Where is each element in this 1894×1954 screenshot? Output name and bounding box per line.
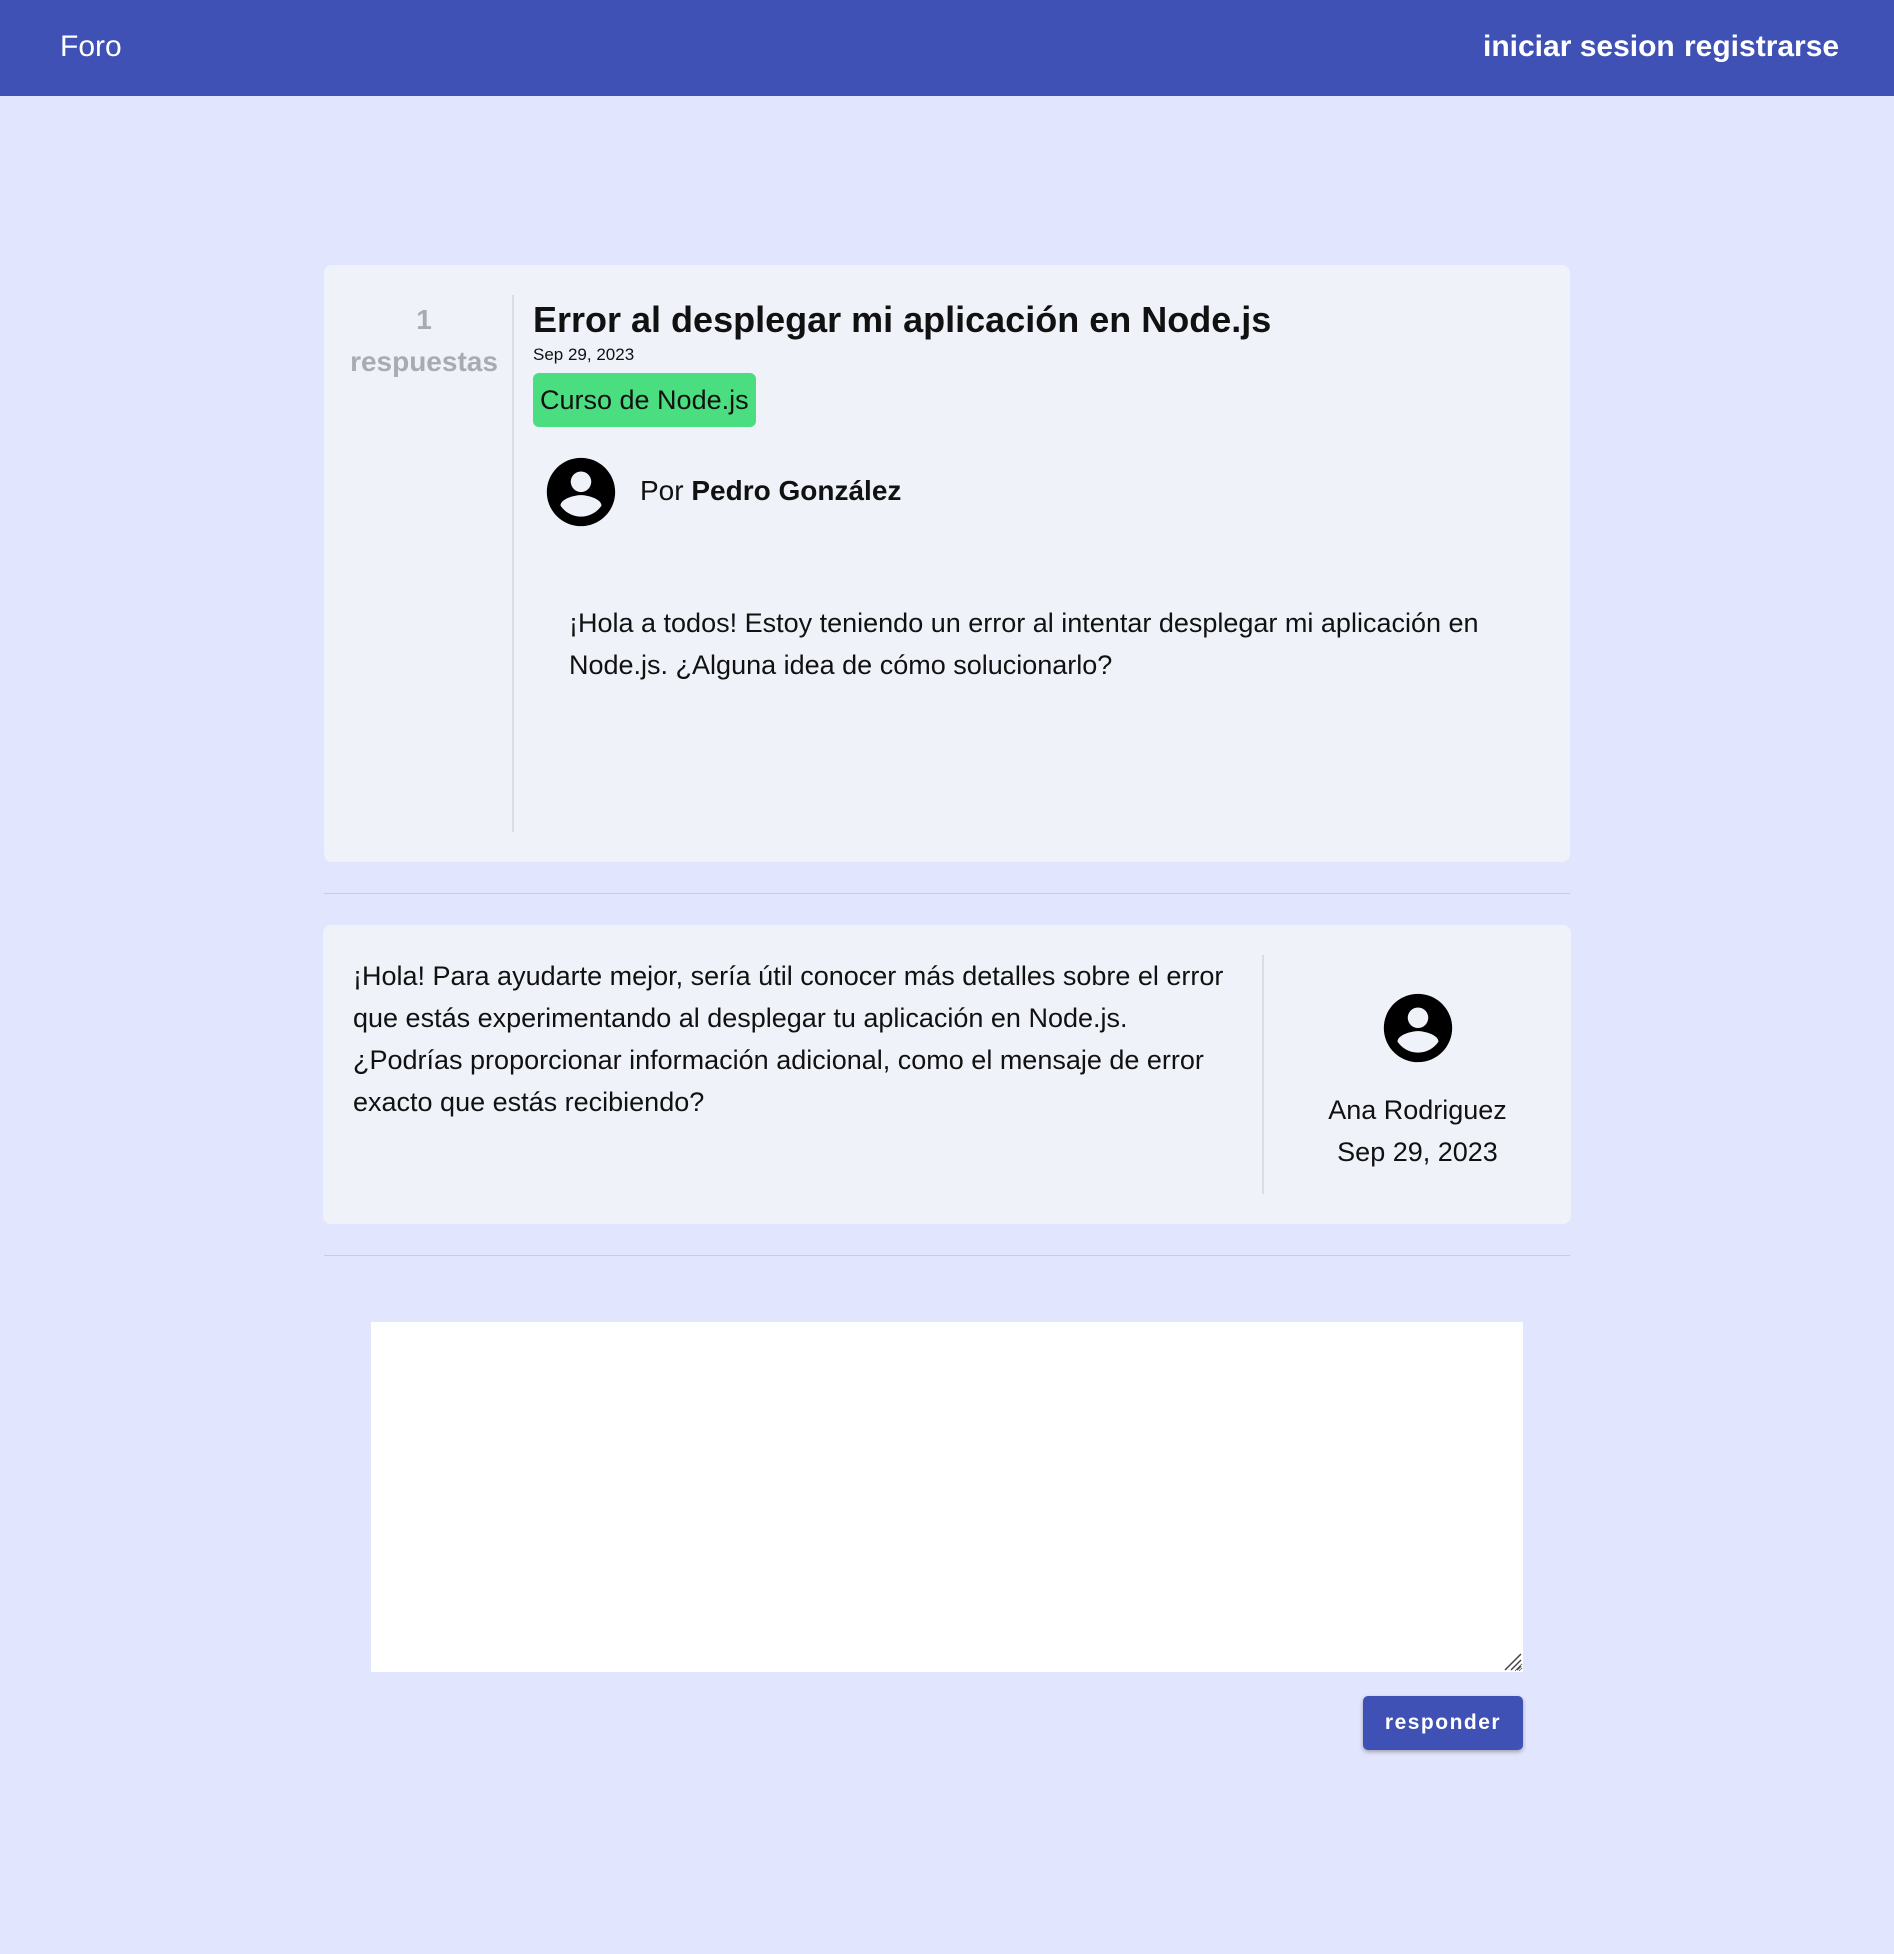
register-link[interactable]: registrarse [1684, 30, 1839, 64]
account-circle-icon [546, 457, 616, 527]
divider [324, 1255, 1570, 1256]
answer-count-label: respuestas [350, 346, 498, 377]
reply-button[interactable]: responder [1363, 1696, 1523, 1750]
answer-count: 1 respuestas [324, 299, 524, 383]
author-name[interactable]: Pedro González [691, 475, 901, 506]
question-body: ¡Hola a todos! Estoy teniendo un error a… [569, 608, 1479, 680]
question-date: Sep 29, 2023 [533, 345, 635, 364]
reply-textarea[interactable] [371, 1322, 1523, 1672]
resize-handle-icon[interactable] [1500, 1649, 1522, 1671]
divider [324, 893, 1570, 894]
brand-link[interactable]: Foro [60, 30, 122, 64]
question-card: 1 respuestas Error al desplegar mi aplic… [324, 265, 1570, 862]
answer-author-panel: Ana Rodriguez Sep 29, 2023 [1264, 987, 1571, 1173]
question-author: Por Pedro González [540, 451, 901, 533]
account-circle-icon [1383, 993, 1452, 1063]
answer-body: ¡Hola! Para ayudarte mejor, sería útil c… [353, 961, 1224, 1117]
author-prefix: Por [640, 475, 684, 506]
login-link[interactable]: iniciar sesion [1483, 30, 1675, 64]
question-divider [512, 295, 514, 832]
top-bar: Foro iniciar sesion registrarse [0, 0, 1894, 96]
answer-author-name[interactable]: Ana Rodriguez [1264, 1089, 1571, 1131]
answer-count-number: 1 [416, 304, 432, 335]
answer-date: Sep 29, 2023 [1337, 1137, 1498, 1167]
author-line: Por Pedro González [640, 475, 901, 507]
answer-card: ¡Hola! Para ayudarte mejor, sería útil c… [323, 925, 1571, 1224]
course-tag[interactable]: Curso de Node.js [533, 373, 756, 427]
question-title: Error al desplegar mi aplicación en Node… [533, 299, 1272, 340]
